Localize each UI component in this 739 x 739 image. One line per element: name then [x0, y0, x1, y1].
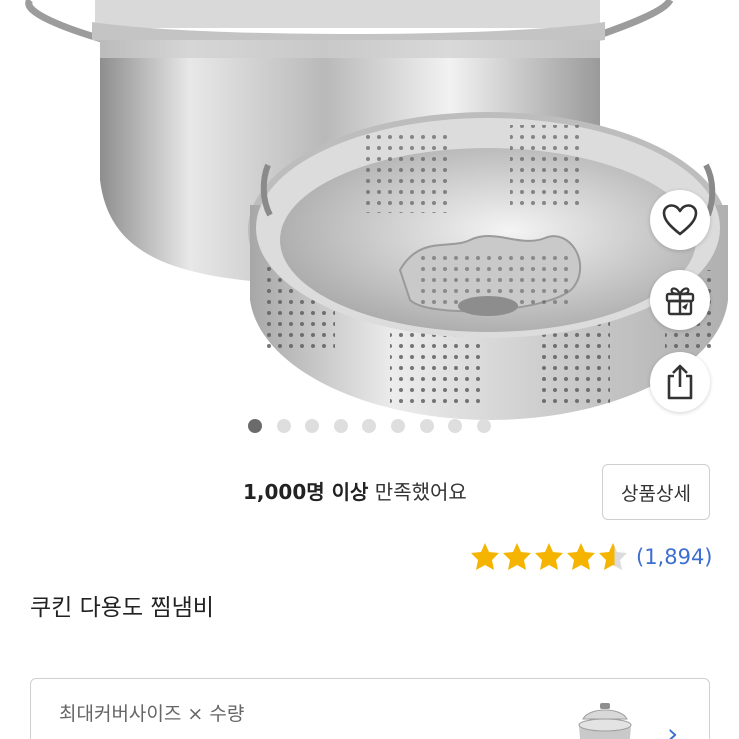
pagination-dot[interactable] [248, 419, 262, 433]
satisfaction-text: 만족했어요 [374, 480, 467, 504]
star-icon [471, 543, 499, 570]
heart-icon [662, 204, 698, 236]
pagination-dot[interactable] [334, 419, 348, 433]
pagination-dot[interactable] [391, 419, 405, 433]
star-icon [567, 543, 595, 570]
stars-icon [471, 543, 627, 570]
pagination-dot[interactable] [305, 419, 319, 433]
satisfaction-summary: 1,000명 이상 만족했어요 [243, 476, 467, 505]
pagination-dot[interactable] [362, 419, 376, 433]
pagination-dot[interactable] [420, 419, 434, 433]
chevron-right-icon[interactable]: › [667, 717, 678, 739]
gift-icon [665, 287, 695, 316]
star-rating [470, 541, 628, 573]
share-icon [667, 364, 693, 400]
steamer-pot-illustration [25, 0, 728, 420]
satisfaction-count: 1,000명 이상 [243, 480, 369, 504]
product-image[interactable] [0, 0, 739, 420]
review-count[interactable]: (1,894) [636, 545, 713, 569]
star-icon [503, 543, 531, 570]
pagination-dot[interactable] [277, 419, 291, 433]
product-title: 쿠킨 다용도 찜냄비 [30, 595, 214, 621]
product-detail-button[interactable]: 상품상세 [602, 464, 710, 520]
wishlist-button[interactable] [650, 190, 710, 250]
option-label: 최대커버사이즈 × 수량 [59, 703, 245, 725]
image-pagination [0, 419, 739, 433]
share-button[interactable] [650, 352, 710, 412]
rating[interactable]: (1,894) [470, 540, 713, 574]
gift-button[interactable] [650, 270, 710, 330]
option-selector[interactable]: 최대커버사이즈 × 수량 › [30, 678, 710, 739]
half-star-icon [599, 543, 627, 570]
pagination-dot[interactable] [448, 419, 462, 433]
pagination-dot[interactable] [477, 419, 491, 433]
star-icon [535, 543, 563, 570]
option-thumbnail [578, 703, 632, 739]
